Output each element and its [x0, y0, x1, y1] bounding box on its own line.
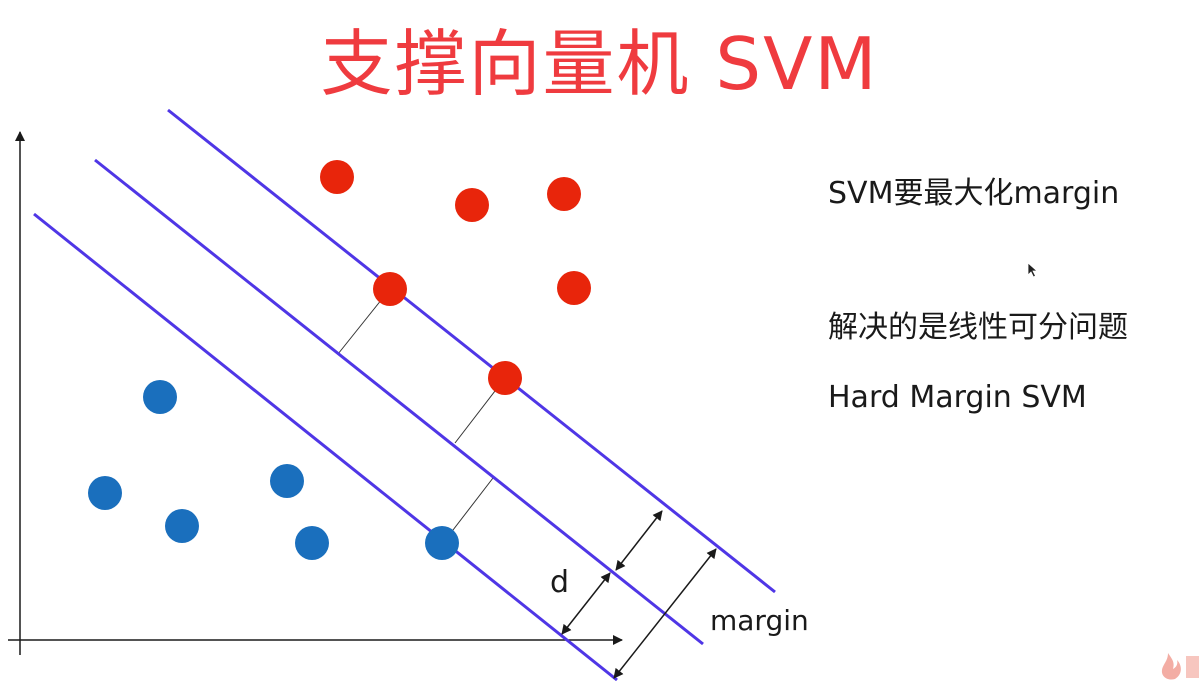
data-point-blue [295, 526, 329, 560]
note-linearly-separable: 解决的是线性可分问题 [828, 310, 1128, 345]
label-d: d [550, 565, 569, 600]
class-red-points [320, 160, 591, 395]
margin-boundary-upper [167, 108, 776, 594]
support-vector-red [373, 272, 407, 306]
data-point-blue [143, 380, 177, 414]
slide: d margin 支撑向量机 SVM SVM要最大化margin 解决的是线性可… [0, 0, 1199, 681]
data-point-red [320, 160, 354, 194]
distance-connectors [337, 288, 506, 544]
note-hard-margin-svm: Hard Margin SVM [828, 380, 1087, 415]
data-point-red [557, 271, 591, 305]
data-point-blue [165, 509, 199, 543]
margin-arrow [613, 548, 717, 679]
slide-title: 支撑向量机 SVM [320, 22, 879, 106]
margin-boundary-lower [33, 212, 618, 681]
data-point-red [547, 177, 581, 211]
label-margin: margin [710, 604, 809, 637]
flame-logo-icon [1156, 650, 1199, 681]
support-vector-blue [425, 526, 459, 560]
data-point-red [455, 188, 489, 222]
data-point-blue [88, 476, 122, 510]
data-point-blue [270, 464, 304, 498]
mouse-cursor-icon [1027, 262, 1039, 278]
d-arrow-upper [615, 510, 663, 571]
decision-boundary [94, 158, 704, 646]
note-maximize-margin: SVM要最大化margin [828, 176, 1120, 211]
axes [8, 131, 623, 655]
support-vector-red [488, 361, 522, 395]
d-arrow-lower [561, 572, 611, 635]
